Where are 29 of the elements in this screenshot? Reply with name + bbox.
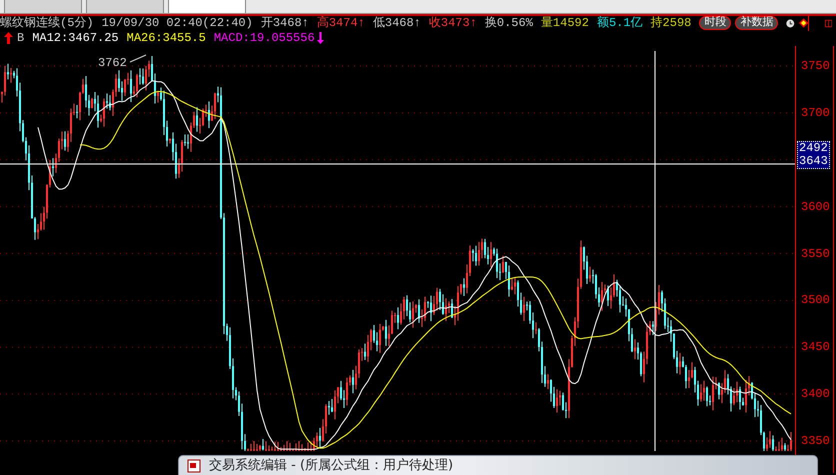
date-time: 19/09/30 02:40(22:40) — [102, 15, 253, 31]
indicator-value: MA12:3467.25 — [32, 30, 119, 46]
readout-value: 3643 — [799, 155, 828, 168]
toolbar-button[interactable]: 时段 — [699, 16, 732, 30]
axis-label: 3600 — [801, 200, 830, 213]
indicator-value: MA26:3455.5 — [126, 30, 206, 46]
indicator-value: MACD:19.055556 — [214, 30, 315, 46]
quote-value: 高3474↑ — [316, 15, 365, 31]
quote-value: 收3473↑ — [428, 15, 477, 31]
axis-label: 3400 — [801, 388, 830, 400]
quote-value: 量14592 — [540, 15, 589, 31]
readout-value: 2492 — [799, 142, 828, 155]
axis-label: 3450 — [801, 341, 830, 354]
axis-label: 3700 — [801, 106, 830, 119]
chart-title: 螺纹钢连续(5分) — [0, 15, 94, 31]
toolbar-button[interactable]: 补数据 — [735, 16, 778, 30]
signal-label: B — [17, 30, 24, 46]
quote-value: 额5.1亿 — [596, 15, 643, 31]
max-price-label: 3762 — [98, 56, 127, 70]
window-title: 交易系统编辑 - (所属公式组：用户待处理) — [209, 457, 454, 475]
axis-label: 3500 — [801, 294, 830, 306]
editor-window-titlebar[interactable]: 交易系统编辑 - (所属公式组：用户待处理) — [178, 455, 818, 475]
quote-value: 低3468↑ — [372, 15, 421, 31]
quote-value: 持2598 — [650, 15, 692, 31]
axis-label: 3750 — [801, 60, 830, 72]
axis-label: 3550 — [801, 248, 830, 260]
axis-label: 3350 — [801, 435, 830, 447]
quote-value: 开3468↑ — [260, 15, 309, 31]
quote-value: 换0.56% — [484, 15, 533, 31]
